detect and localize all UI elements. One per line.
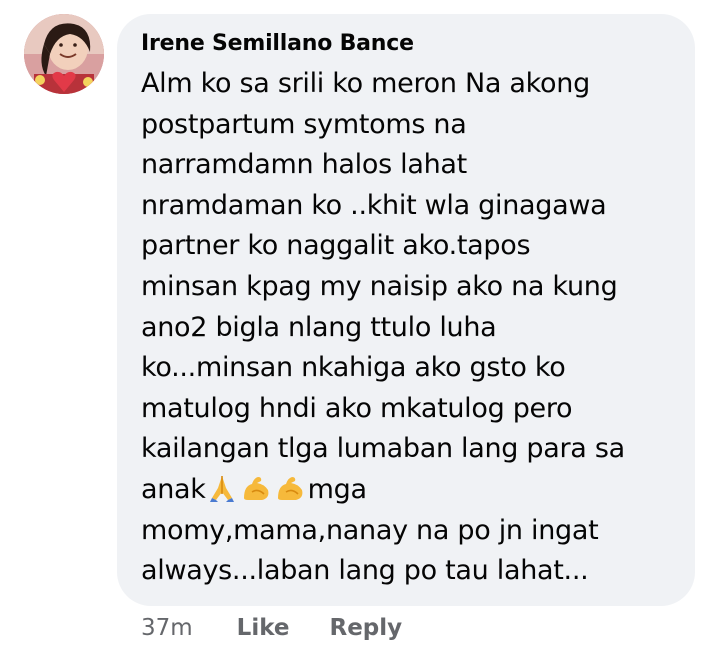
comment-line: postpartum symtoms na (141, 108, 467, 140)
comment-line: kailangan tlga lumaban lang para sa (141, 433, 625, 465)
comment-line: Alm ko sa srili ko meron Na akong (141, 68, 590, 99)
comment-emoji-line: anak mga (141, 470, 675, 511)
comment-line: minsan kpag my naisip ako na kung (141, 270, 618, 302)
comment-actions: 37m Like Reply (141, 611, 402, 645)
flexed-biceps-emoji-icon (243, 476, 269, 500)
comment-line: always...laban lang po tau lahat... (141, 555, 589, 587)
comment-text: Alm ko sa srili ko meron Na akong postpa… (141, 64, 675, 592)
like-button[interactable]: Like (237, 615, 290, 641)
folded-hands-emoji-icon (209, 475, 234, 502)
comment-line: ano2 bigla nlang ttulo luha (141, 311, 497, 343)
comment-line: nramdaman ko ..khit wla ginagawa (141, 189, 607, 221)
reply-button[interactable]: Reply (330, 615, 403, 641)
comment-line: matulog hndi ako mkatulog pero (141, 392, 573, 424)
comment-line-suffix: mga (307, 473, 367, 505)
flexed-biceps-emoji-icon (277, 476, 303, 500)
avatar[interactable] (24, 14, 104, 94)
profile-photo-icon (24, 14, 104, 94)
comment-line: narramdamn halos lahat (141, 149, 467, 181)
comment-line: partner ko naggalit ako.tapos (141, 230, 531, 262)
comment-line: momy,mama,nanay na po jn ingat (141, 514, 599, 546)
comment-line-prefix: anak (141, 473, 206, 505)
comment-line: ko...minsan nkahiga ako gsto ko (141, 352, 566, 384)
comment-author-name[interactable]: Irene Semillano Bance (141, 30, 675, 58)
comment-timestamp[interactable]: 37m (141, 615, 193, 641)
comment-bubble: Irene Semillano Bance Alm ko sa srili ko… (117, 14, 695, 606)
comment-container: Irene Semillano Bance Alm ko sa srili ko… (0, 0, 719, 645)
